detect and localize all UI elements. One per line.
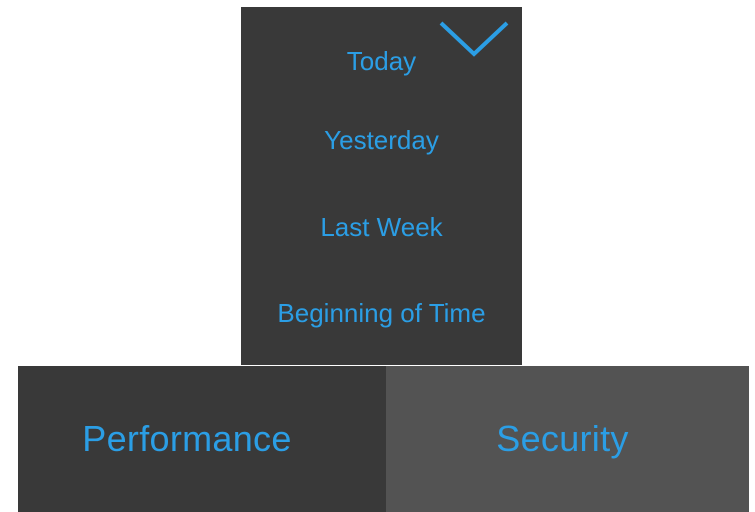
dropdown-option-beginning-of-time[interactable]: Beginning of Time — [241, 297, 522, 329]
dropdown-option-yesterday[interactable]: Yesterday — [241, 124, 522, 156]
bottom-tab-bar: Performance Security — [18, 366, 749, 512]
dropdown-option-today[interactable]: Today — [241, 45, 522, 77]
tab-performance-label: Performance — [82, 418, 292, 459]
dropdown-option-last-week[interactable]: Last Week — [241, 211, 522, 243]
tab-security-label: Security — [496, 418, 629, 459]
tab-performance[interactable]: Performance — [18, 366, 386, 512]
date-range-dropdown: Today Yesterday Last Week Beginning of T… — [241, 7, 522, 365]
app-screen: Today Yesterday Last Week Beginning of T… — [0, 0, 755, 512]
tab-security[interactable]: Security — [386, 366, 749, 512]
